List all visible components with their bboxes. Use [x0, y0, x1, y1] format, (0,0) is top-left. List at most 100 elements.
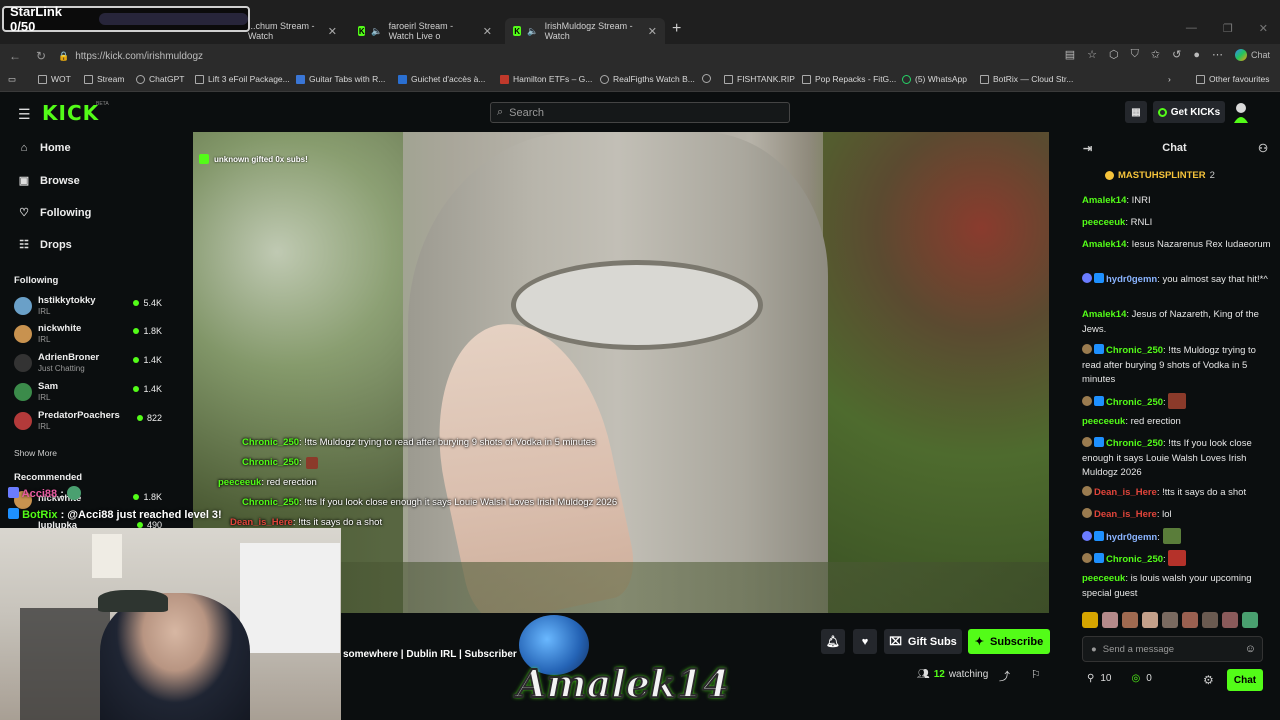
shield-icon[interactable]: ⛉ — [1131, 48, 1139, 61]
notifications-button[interactable]: 🔔︎ — [821, 629, 845, 654]
live-dot-icon — [133, 494, 140, 500]
emote-icon[interactable] — [1162, 612, 1178, 628]
emoji-icon[interactable]: ☺ — [1245, 643, 1256, 655]
chat-username[interactable]: peeceeuk — [1082, 217, 1125, 228]
badge-icon — [1082, 273, 1092, 283]
star-icon[interactable]: ☆ — [1087, 48, 1097, 61]
chat-username[interactable]: Chronic_250 — [1106, 345, 1163, 356]
bot-overlay-line: BotRix : @Acci88 just reached level 3! — [8, 508, 222, 521]
chat-message-input[interactable]: ● Send a message ☺ — [1082, 636, 1263, 662]
chat-username[interactable]: Amalek14 — [1082, 309, 1126, 320]
user-avatar[interactable] — [1232, 101, 1250, 123]
more-options-icon[interactable]: ⚐ — [1031, 668, 1041, 681]
bookmark-item[interactable]: Guichet d'accès à... — [398, 74, 485, 84]
gear-icon[interactable]: ⚙ — [1203, 673, 1214, 687]
browser-tab[interactable]: K 🔈 faroeirl Stream - Watch Live o ✕ — [350, 18, 500, 44]
pinned-gifter[interactable]: MASTUHSPLINTER 2 — [1105, 170, 1215, 181]
bookmark-item[interactable]: BotRix — Cloud Str... — [980, 74, 1073, 84]
reading-list-icon[interactable]: ▭ — [8, 74, 16, 85]
favorites-icon[interactable]: ✩ — [1151, 48, 1160, 61]
emote-icon[interactable] — [1102, 612, 1118, 628]
refresh-icon[interactable]: ↻ — [30, 49, 52, 63]
bookmark-item[interactable]: Lift 3 eFoil Package... — [195, 74, 290, 84]
following-item[interactable]: Sam IRL 1.4K — [14, 380, 164, 406]
get-kicks-button[interactable]: Get KICKs — [1153, 101, 1225, 123]
collapse-chat-icon[interactable]: ⇥ — [1083, 142, 1092, 155]
copilot-chat-button[interactable]: Chat — [1234, 48, 1270, 61]
browser-tab[interactable]: ...chum Stream - Watch ✕ — [240, 18, 345, 44]
following-item[interactable]: AdrienBroner Just Chatting 1.4K — [14, 351, 164, 377]
bookmark-item[interactable]: RealFigths Watch B... — [600, 74, 695, 84]
emote-icon[interactable] — [1202, 612, 1218, 628]
subscribe-button[interactable]: ✦ Subscribe — [968, 629, 1050, 654]
minimize-icon[interactable]: — — [1186, 22, 1197, 35]
chat-username[interactable]: Chronic_250 — [1106, 554, 1163, 565]
chat-username[interactable]: hydr0gemn — [1106, 532, 1157, 543]
close-icon[interactable]: ✕ — [328, 25, 337, 38]
reader-icon[interactable]: ▤ — [1065, 48, 1075, 61]
bookmark-item[interactable]: FISHTANK.RIP — [724, 74, 795, 84]
chat-username[interactable]: Dean_is_Here — [1094, 487, 1157, 498]
close-window-icon[interactable]: ✕ — [1259, 22, 1268, 35]
following-item[interactable]: PredatorPoachers IRL 822 — [14, 409, 164, 435]
menu-icon[interactable]: ☰ — [18, 106, 31, 123]
close-icon[interactable]: ✕ — [648, 25, 657, 38]
url-field[interactable]: 🔒 https://kick.com/irishmuldogz — [58, 48, 203, 64]
extension-icon[interactable]: ⬡ — [1109, 48, 1119, 61]
chat-message: Dean_is_Here: !tts it says do a shot — [1082, 486, 1272, 501]
back-icon[interactable]: ← — [4, 49, 26, 63]
bookmark-item[interactable]: Hamilton ETFs – G... — [500, 74, 592, 84]
chat-username[interactable]: peeceeuk — [1082, 573, 1125, 584]
chat-username[interactable]: peeceeuk — [1082, 416, 1125, 427]
emote-icon[interactable] — [1182, 612, 1198, 628]
gift-subs-button[interactable]: ⌧ Gift Subs — [884, 629, 962, 654]
chat-username[interactable]: hydr0gemn — [1106, 274, 1157, 285]
search-input[interactable]: ⌕ Search — [490, 102, 790, 123]
profile-icon[interactable]: ● — [1193, 49, 1200, 61]
bookmark-item[interactable]: (5) WhatsApp — [902, 74, 967, 84]
chevron-right-icon[interactable]: › — [1168, 74, 1171, 84]
following-item[interactable]: hstikkytokky IRL 5.4K — [14, 294, 164, 320]
new-tab-button[interactable]: + — [672, 20, 681, 38]
emote-icon[interactable] — [1082, 612, 1098, 628]
chat-username[interactable]: Amalek14 — [1082, 239, 1126, 250]
browser-tab-active[interactable]: K 🔈 IrishMuldogz Stream - Watch ✕ — [505, 18, 665, 44]
chat-username[interactable]: Chronic_250 — [1106, 397, 1163, 408]
maximize-icon[interactable]: ❐ — [1223, 22, 1233, 35]
library-button[interactable]: ▦ — [1125, 101, 1147, 123]
more-icon[interactable]: ⋯ — [1212, 48, 1223, 61]
tab-label: ...chum Stream - Watch — [248, 21, 315, 41]
show-more-link[interactable]: Show More — [14, 448, 57, 458]
pinned-count: 2 — [1209, 170, 1215, 181]
bookmark-item[interactable]: Stream — [84, 74, 124, 84]
bookmark-item[interactable]: Guitar Tabs with R... — [296, 74, 385, 84]
chat-username[interactable]: Dean_is_Here — [1094, 509, 1157, 520]
emote-icon[interactable] — [1222, 612, 1238, 628]
viewer-count: 1.8K — [133, 326, 162, 336]
emote-icon[interactable] — [1242, 612, 1258, 628]
bookmark-item[interactable]: Other favourites — [1196, 74, 1269, 84]
kick-logo[interactable]: KICK — [42, 101, 99, 125]
send-chat-button[interactable]: Chat — [1227, 669, 1263, 691]
bookmark-item[interactable]: Pop Repacks - FitG... — [802, 74, 896, 84]
bookmark-item[interactable] — [702, 74, 711, 83]
bookmark-item[interactable]: WOT — [38, 74, 71, 84]
nav-home[interactable]: ⌂ Home — [18, 142, 71, 154]
emote-icon[interactable] — [1142, 612, 1158, 628]
bookmark-item[interactable]: ChatGPT — [136, 74, 184, 84]
share-icon[interactable]: ⤴ — [999, 668, 1010, 684]
gift-notification-text: unknown gifted 0x subs! — [214, 154, 308, 164]
following-item[interactable]: nickwhite IRL 1.8K — [14, 322, 164, 348]
follow-button[interactable]: ♥ — [853, 629, 877, 654]
emote-icon[interactable] — [1122, 612, 1138, 628]
chat-username[interactable]: Chronic_250 — [1106, 438, 1163, 449]
points-count: 0 — [1146, 673, 1152, 684]
nav-browse[interactable]: ▣ Browse — [18, 174, 80, 188]
chat-users-icon[interactable]: ⚇ — [1258, 142, 1268, 155]
nav-following[interactable]: ♡ Following — [18, 206, 91, 220]
history-icon[interactable]: ↺ — [1172, 48, 1181, 61]
close-icon[interactable]: ✕ — [483, 25, 492, 38]
nav-drops[interactable]: ☷ Drops — [18, 238, 72, 252]
chat-username[interactable]: Amalek14 — [1082, 195, 1126, 206]
chat-message: Dean_is_Here: lol — [1082, 508, 1272, 523]
